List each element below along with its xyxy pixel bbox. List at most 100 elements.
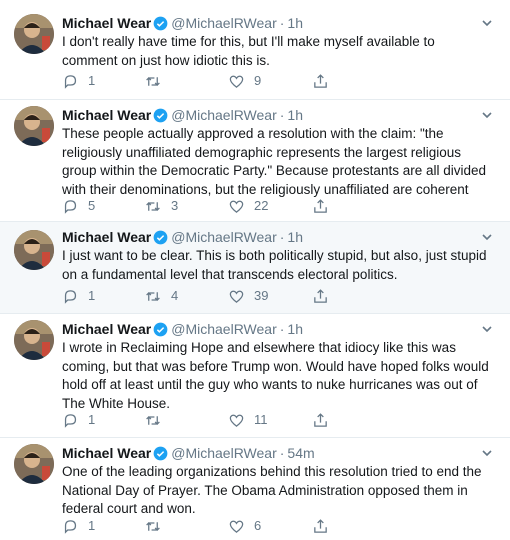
tweet[interactable]: Michael Wear @MichaelRWear · 1h I just want… [0, 222, 510, 314]
tweet[interactable]: Michael Wear @MichaelRWear · 1h I don't rea… [0, 0, 510, 100]
verified-badge-icon [153, 230, 168, 245]
like-button[interactable]: 22 [228, 197, 268, 215]
like-button[interactable]: 9 [228, 72, 261, 90]
reply-icon [64, 413, 77, 428]
reply-count: 1 [88, 73, 96, 88]
reply-icon [64, 74, 77, 89]
avatar[interactable] [14, 14, 54, 54]
verified-badge-icon [153, 108, 168, 123]
tweet-actions: 5 3 22 [62, 197, 482, 215]
avatar[interactable] [14, 230, 54, 270]
avatar[interactable] [14, 320, 54, 360]
share-button[interactable] [312, 287, 329, 305]
retweet-button[interactable]: 3 [144, 197, 178, 215]
retweet-button[interactable] [144, 411, 171, 429]
separator-dot: · [279, 445, 285, 461]
author-handle[interactable]: @MichaelRWear [171, 107, 277, 123]
tweet-actions: 1 9 [62, 72, 482, 90]
author-handle[interactable]: @MichaelRWear [171, 229, 277, 245]
author-handle[interactable]: @MichaelRWear [171, 321, 277, 337]
author-name[interactable]: Michael Wear [62, 15, 151, 31]
chevron-down-icon[interactable] [480, 446, 494, 460]
tweet-actions: 1 4 39 [62, 287, 482, 305]
avatar[interactable] [14, 444, 54, 484]
like-count: 6 [254, 518, 262, 533]
heart-icon [229, 414, 244, 427]
reply-icon [64, 289, 77, 304]
share-button[interactable] [312, 197, 329, 215]
verified-badge-icon [153, 16, 168, 31]
like-button[interactable]: 39 [228, 287, 268, 305]
avatar[interactable] [14, 106, 54, 146]
author-name[interactable]: Michael Wear [62, 445, 151, 461]
separator-dot: · [279, 15, 285, 31]
author-handle[interactable]: @MichaelRWear [171, 445, 277, 461]
share-icon [314, 412, 327, 427]
chevron-down-icon[interactable] [480, 16, 494, 30]
reply-count: 5 [88, 198, 96, 213]
like-count: 9 [254, 73, 262, 88]
tweet[interactable]: Michael Wear @MichaelRWear · 54m One of the… [0, 438, 510, 540]
reply-button[interactable]: 1 [62, 287, 95, 305]
reply-icon [64, 519, 77, 534]
chevron-down-icon[interactable] [480, 322, 494, 336]
reply-count: 1 [88, 412, 96, 427]
reply-button[interactable]: 1 [62, 72, 95, 90]
share-icon [314, 518, 327, 533]
heart-icon [229, 290, 244, 303]
share-button[interactable] [312, 411, 329, 429]
tweet-header: Michael Wear @MichaelRWear · 1h [62, 228, 303, 246]
verified-badge-icon [153, 446, 168, 461]
chevron-down-icon[interactable] [480, 230, 494, 244]
share-button[interactable] [312, 517, 329, 535]
tweet-actions: 1 6 [62, 517, 482, 535]
reply-button[interactable]: 5 [62, 197, 95, 215]
tweet-header: Michael Wear @MichaelRWear · 1h [62, 320, 303, 338]
tweet-header: Michael Wear @MichaelRWear · 1h [62, 14, 303, 32]
retweet-icon [146, 521, 160, 531]
tweet[interactable]: Michael Wear @MichaelRWear · 1h I wrote in … [0, 314, 510, 438]
retweet-icon [146, 201, 160, 211]
chevron-down-icon[interactable] [480, 108, 494, 122]
like-count: 22 [254, 198, 269, 213]
verified-badge-icon [153, 322, 168, 337]
heart-icon [229, 520, 244, 533]
retweet-icon [146, 291, 160, 301]
reply-button[interactable]: 1 [62, 411, 95, 429]
reply-count: 1 [88, 288, 96, 303]
share-icon [314, 198, 327, 213]
retweet-button[interactable]: 4 [144, 287, 178, 305]
like-button[interactable]: 6 [228, 517, 261, 535]
author-name[interactable]: Michael Wear [62, 229, 151, 245]
tweet-header: Michael Wear @MichaelRWear · 1h [62, 106, 303, 124]
retweet-button[interactable] [144, 517, 171, 535]
author-handle[interactable]: @MichaelRWear [171, 15, 277, 31]
tweet-thread: Michael Wear @MichaelRWear · 1h I don't rea… [0, 0, 510, 540]
tweet-text: I wrote in Reclaiming Hope and elsewhere… [62, 340, 489, 411]
tweet-time[interactable]: 1h [287, 15, 303, 31]
share-icon [314, 288, 327, 303]
tweet-actions: 1 11 [62, 411, 482, 429]
separator-dot: · [279, 229, 285, 245]
heart-icon [229, 75, 244, 88]
tweet[interactable]: Michael Wear @MichaelRWear · 1h These peopl… [0, 100, 510, 222]
retweet-icon [146, 76, 160, 86]
tweet-time[interactable]: 1h [287, 107, 303, 123]
share-button[interactable] [312, 72, 329, 90]
tweet-time[interactable]: 54m [287, 445, 314, 461]
share-icon [314, 73, 327, 88]
reply-button[interactable]: 1 [62, 517, 95, 535]
reply-count: 1 [88, 518, 96, 533]
separator-dot: · [279, 321, 285, 337]
retweet-count: 3 [171, 198, 179, 213]
tweet-time[interactable]: 1h [287, 229, 303, 245]
tweet-text: These people actually approved a resolut… [62, 126, 487, 197]
retweet-count: 4 [171, 288, 179, 303]
tweet-text: One of the leading organizations behind … [62, 464, 482, 516]
author-name[interactable]: Michael Wear [62, 321, 151, 337]
retweet-button[interactable] [144, 72, 171, 90]
tweet-time[interactable]: 1h [287, 321, 303, 337]
tweet-text: I just want to be clear. This is both po… [62, 248, 487, 282]
author-name[interactable]: Michael Wear [62, 107, 151, 123]
like-button[interactable]: 11 [228, 411, 268, 429]
